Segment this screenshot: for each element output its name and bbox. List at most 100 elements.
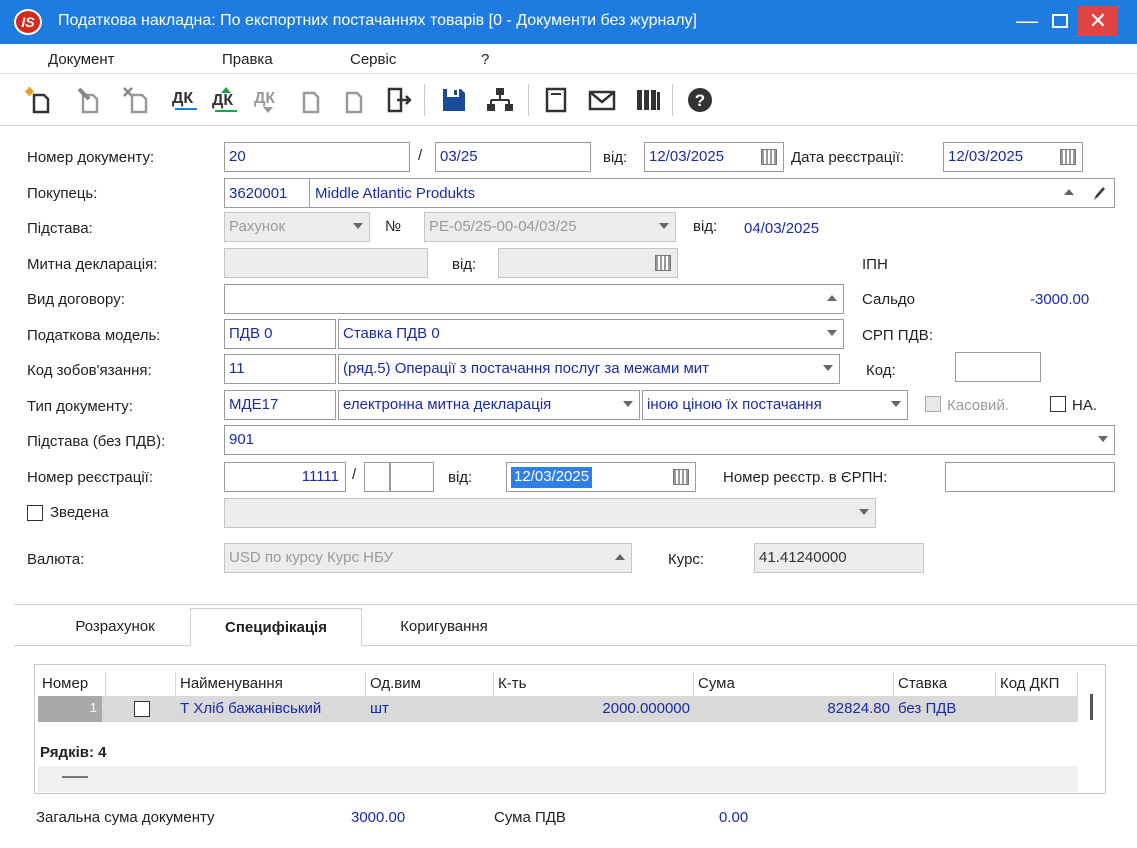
doc-date-input[interactable]: 12/03/2025 <box>644 142 784 172</box>
tree-icon[interactable] <box>482 80 518 120</box>
obligation-select[interactable]: (ряд.5) Операції з постачання послуг за … <box>338 354 840 384</box>
column-header-dkp[interactable]: Код ДКП <box>996 672 1078 696</box>
rows-count: Рядків: 4 <box>40 744 107 761</box>
edit-doc-icon[interactable] <box>70 80 106 120</box>
help-icon[interactable]: ? <box>682 80 718 120</box>
column-header-name[interactable]: Найменування <box>176 672 366 696</box>
paste-doc-icon[interactable] <box>335 80 371 120</box>
mail-icon[interactable] <box>584 80 620 120</box>
obligation-code-input[interactable]: 11 <box>224 354 336 384</box>
column-header-number[interactable]: Номер <box>38 672 106 696</box>
dk-icon[interactable]: ДК <box>168 80 204 120</box>
save-icon[interactable] <box>436 80 472 120</box>
basis-date-value: 04/03/2025 <box>744 220 820 237</box>
chevron-up-icon[interactable] <box>615 554 625 560</box>
dk-up-icon[interactable]: ДК <box>208 80 244 120</box>
doc-number-input[interactable]: 20 <box>224 142 410 172</box>
new-doc-icon[interactable] <box>20 80 56 120</box>
row-rate-cell[interactable]: без ПДВ <box>898 700 956 717</box>
row-number-cell[interactable]: 1 <box>38 696 102 722</box>
na-checkbox[interactable] <box>1050 396 1066 412</box>
row-sum-cell[interactable]: 82824.80 <box>694 700 890 717</box>
consolidated-select[interactable] <box>224 498 876 528</box>
contract-select[interactable] <box>224 284 844 314</box>
currency-select[interactable]: USD по курсу Курс НБУ <box>224 543 632 573</box>
chevron-down-icon[interactable] <box>891 401 901 407</box>
chevron-down-icon[interactable] <box>859 509 869 515</box>
chevron-down-icon[interactable] <box>659 223 669 229</box>
calendar-icon[interactable] <box>761 149 777 165</box>
dk-down-icon[interactable]: ДК <box>250 80 286 120</box>
customs-input[interactable] <box>224 248 428 278</box>
customs-date-input[interactable] <box>498 248 678 278</box>
minimize-button[interactable]: — <box>1010 6 1044 36</box>
chevron-down-icon[interactable] <box>827 330 837 336</box>
basis-novat-select[interactable]: 901 <box>224 425 1115 455</box>
doc-number-suffix-input[interactable]: 03/25 <box>435 142 591 172</box>
rate-input[interactable]: 41.41240000 <box>754 543 924 573</box>
row-unit-cell[interactable]: шт <box>370 700 389 717</box>
doctype-price-select[interactable]: іною ціною їх постачання <box>642 390 908 420</box>
reg-number-input[interactable]: 11111 <box>224 462 346 492</box>
exit-icon[interactable] <box>380 80 416 120</box>
row-name-cell[interactable]: Т Хліб бажанівський <box>180 700 321 717</box>
basis-label: Підстава: <box>27 220 93 237</box>
tax-model-select[interactable]: Ставка ПДВ 0 <box>338 319 844 349</box>
buyer-label: Покупець: <box>27 185 98 202</box>
tab-specification[interactable]: Специфікація <box>190 608 362 646</box>
reg-date-value: 12/03/2025 <box>948 148 1024 165</box>
column-header-qty[interactable]: К-ть <box>494 672 694 696</box>
doctype-code-input[interactable]: МДЕ17 <box>224 390 336 420</box>
tab-correction[interactable]: Коригування <box>370 608 518 646</box>
calendar-icon[interactable] <box>1060 149 1076 165</box>
column-header-sum[interactable]: Сума <box>694 672 894 696</box>
basis-novat-value: 901 <box>229 431 255 448</box>
tax-model-code-input[interactable]: ПДВ 0 <box>224 319 336 349</box>
horizontal-scroll-handle[interactable] <box>62 776 88 778</box>
reg-date-input[interactable]: 12/03/2025 <box>943 142 1083 172</box>
basis-novat-label: Підстава (без ПДВ): <box>27 433 166 450</box>
consolidated-checkbox[interactable] <box>27 505 43 521</box>
code-input[interactable] <box>955 352 1041 382</box>
reg-number-part2-input[interactable] <box>390 462 434 492</box>
reg-number-part1-input[interactable] <box>364 462 390 492</box>
form-icon[interactable] <box>538 80 574 120</box>
chevron-down-icon[interactable] <box>353 223 363 229</box>
close-button[interactable]: ✕ <box>1078 6 1118 36</box>
tab-calculation[interactable]: Розрахунок <box>48 608 182 646</box>
vat-value: 0.00 <box>719 809 749 826</box>
reg-number-date-input[interactable]: 12/03/2025 <box>506 462 696 492</box>
doctype-select[interactable]: електронна митна декларація <box>338 390 640 420</box>
srp-label: СРП ПДВ: <box>862 327 933 344</box>
basis-type-select[interactable]: Рахунок <box>224 212 370 242</box>
chevron-up-icon[interactable] <box>1064 189 1074 195</box>
erpn-input[interactable] <box>945 462 1115 492</box>
cash-checkbox[interactable] <box>925 396 941 412</box>
chevron-down-icon[interactable] <box>823 365 833 371</box>
calendar-icon[interactable] <box>673 469 689 485</box>
column-header-rate[interactable]: Ставка <box>894 672 996 696</box>
pencil-icon[interactable] <box>1092 184 1106 202</box>
chevron-down-icon[interactable] <box>1098 436 1108 442</box>
buyer-field[interactable]: 3620001 Middle Atlantic Produkts <box>224 178 1115 208</box>
menu-help[interactable]: ? <box>481 51 489 68</box>
column-header-unit[interactable]: Од.вим <box>366 672 494 696</box>
row-qty-cell[interactable]: 2000.000000 <box>494 700 690 717</box>
toolbar: ДК ДК ДК ? <box>0 74 1137 126</box>
menu-service[interactable]: Сервіс <box>350 51 396 68</box>
copy-doc-icon[interactable] <box>292 80 328 120</box>
basis-number-select[interactable]: РЕ-05/25-00-04/03/25 <box>424 212 676 242</box>
row-checkbox[interactable] <box>134 701 150 717</box>
vertical-scrollbar[interactable] <box>1090 694 1093 720</box>
basis-number-value: РЕ-05/25-00-04/03/25 <box>429 218 577 235</box>
doctype-label: Тип документу: <box>27 398 133 415</box>
chevron-up-icon[interactable] <box>827 295 837 301</box>
maximize-button[interactable] <box>1043 6 1077 36</box>
column-header-check[interactable] <box>106 672 176 696</box>
calendar-icon[interactable] <box>655 255 671 271</box>
delete-doc-icon[interactable] <box>118 80 154 120</box>
menu-edit[interactable]: Правка <box>222 51 273 68</box>
library-icon[interactable] <box>630 80 666 120</box>
chevron-down-icon[interactable] <box>623 401 633 407</box>
menu-document[interactable]: Документ <box>48 51 115 68</box>
